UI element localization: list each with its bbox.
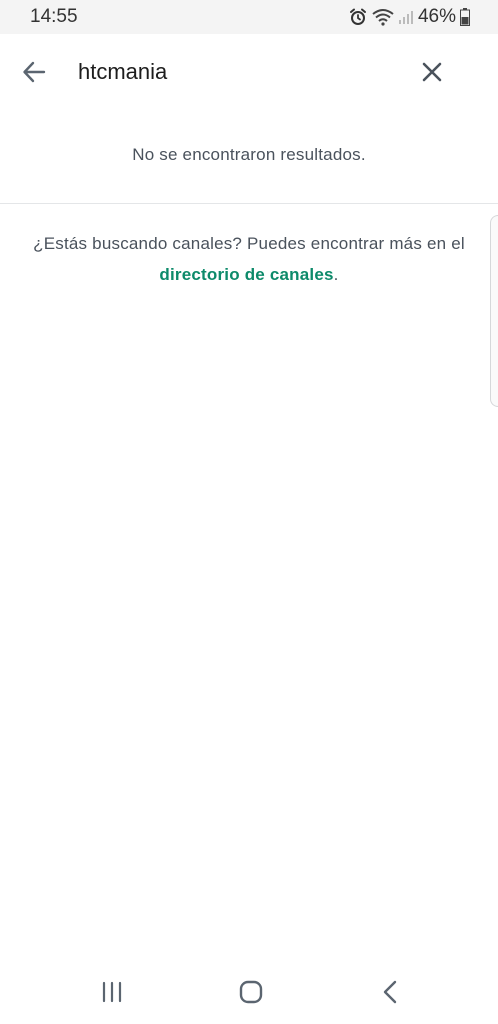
status-icons: 46% xyxy=(348,6,470,28)
channel-directory-hint: ¿Estás buscando canales? Puedes encontra… xyxy=(18,228,480,290)
wifi-icon xyxy=(372,8,394,26)
hint-text: ¿Estás buscando canales? Puedes encontra… xyxy=(33,234,465,253)
home-button[interactable] xyxy=(229,974,273,1010)
arrow-left-icon xyxy=(23,61,46,83)
close-icon xyxy=(422,62,442,82)
nav-back-button[interactable] xyxy=(368,974,412,1010)
back-icon xyxy=(383,980,397,1004)
battery-percent: 46% xyxy=(417,6,456,27)
recent-apps-icon xyxy=(102,981,122,1003)
status-bar: 14:55 46% xyxy=(0,0,498,34)
clear-search-button[interactable] xyxy=(412,52,452,92)
search-bar xyxy=(0,34,498,110)
no-results-message: No se encontraron resultados. xyxy=(132,145,366,164)
search-input[interactable] xyxy=(78,56,398,88)
recent-apps-button[interactable] xyxy=(90,974,134,1010)
alarm-icon xyxy=(348,7,368,27)
side-panel-handle[interactable] xyxy=(490,215,498,407)
back-button[interactable] xyxy=(14,52,54,92)
battery-icon xyxy=(460,8,470,26)
channel-directory-link[interactable]: directorio de canales xyxy=(159,265,333,284)
home-icon xyxy=(239,980,263,1004)
signal-icon xyxy=(398,9,414,25)
status-time: 14:55 xyxy=(30,6,78,27)
hint-period: . xyxy=(333,265,339,284)
system-nav-bar xyxy=(0,960,498,1024)
divider xyxy=(0,203,498,204)
